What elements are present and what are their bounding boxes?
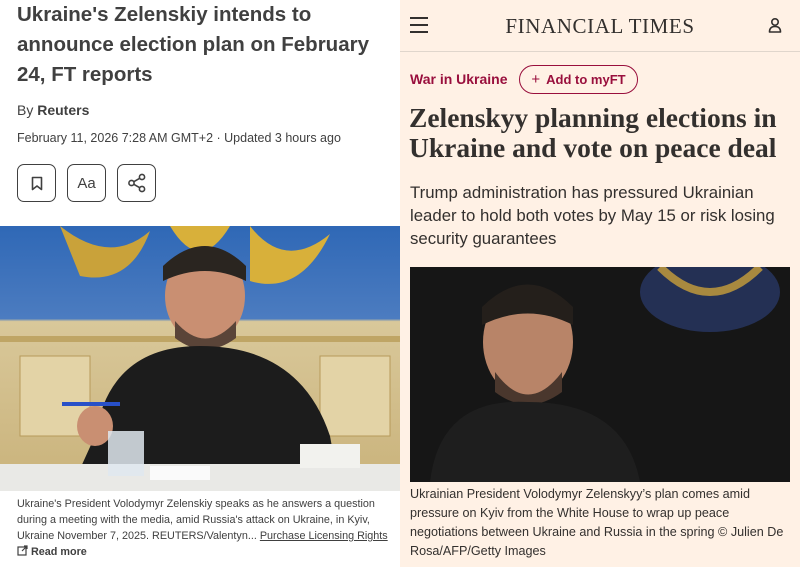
reuters-byline: By Reuters <box>17 102 89 118</box>
add-button-label: Add to myFT <box>546 72 626 87</box>
ft-header: FINANCIAL TIMES <box>400 0 800 52</box>
ft-standfirst: Trump administration has pressured Ukrai… <box>410 183 775 248</box>
ft-headline: Zelenskyy planning elections in Ukraine … <box>409 102 777 163</box>
read-more-link[interactable]: Read more <box>31 546 87 558</box>
reuters-caption: Ukraine's President Volodymyr Zelenskiy … <box>17 496 389 560</box>
ft-photo[interactable] <box>410 267 790 482</box>
byline-prefix: By <box>17 102 34 118</box>
ft-caption: Ukrainian President Volodymyr Zelenskyy’… <box>410 487 784 558</box>
purchase-licensing-link[interactable]: Purchase Licensing Rights <box>260 530 388 542</box>
bookmark-button[interactable] <box>17 164 56 202</box>
reuters-article: Ukraine's Zelenskiy intends to announce … <box>0 0 400 567</box>
plus-icon: + <box>531 71 541 88</box>
share-icon <box>127 173 145 193</box>
reuters-photo[interactable] <box>0 226 400 491</box>
reuters-date: February 11, 2026 7:28 AM GMT+2 · Update… <box>17 131 341 145</box>
bookmark-icon <box>31 176 42 190</box>
ft-article: FINANCIAL TIMES War in Ukraine + Add to … <box>400 0 800 567</box>
text-size-label: Aa <box>77 174 96 192</box>
text-size-button[interactable]: Aa <box>67 164 106 202</box>
reuters-headline: Ukraine's Zelenskiy intends to announce … <box>17 3 369 86</box>
external-link-icon <box>17 545 31 558</box>
share-button[interactable] <box>117 164 156 202</box>
topic-link[interactable]: War in Ukraine <box>410 71 508 87</box>
add-to-myft-button[interactable]: + Add to myFT <box>519 65 638 94</box>
ft-logo[interactable]: FINANCIAL TIMES <box>400 14 800 39</box>
byline-author-link[interactable]: Reuters <box>37 102 89 118</box>
user-icon[interactable] <box>768 17 782 33</box>
